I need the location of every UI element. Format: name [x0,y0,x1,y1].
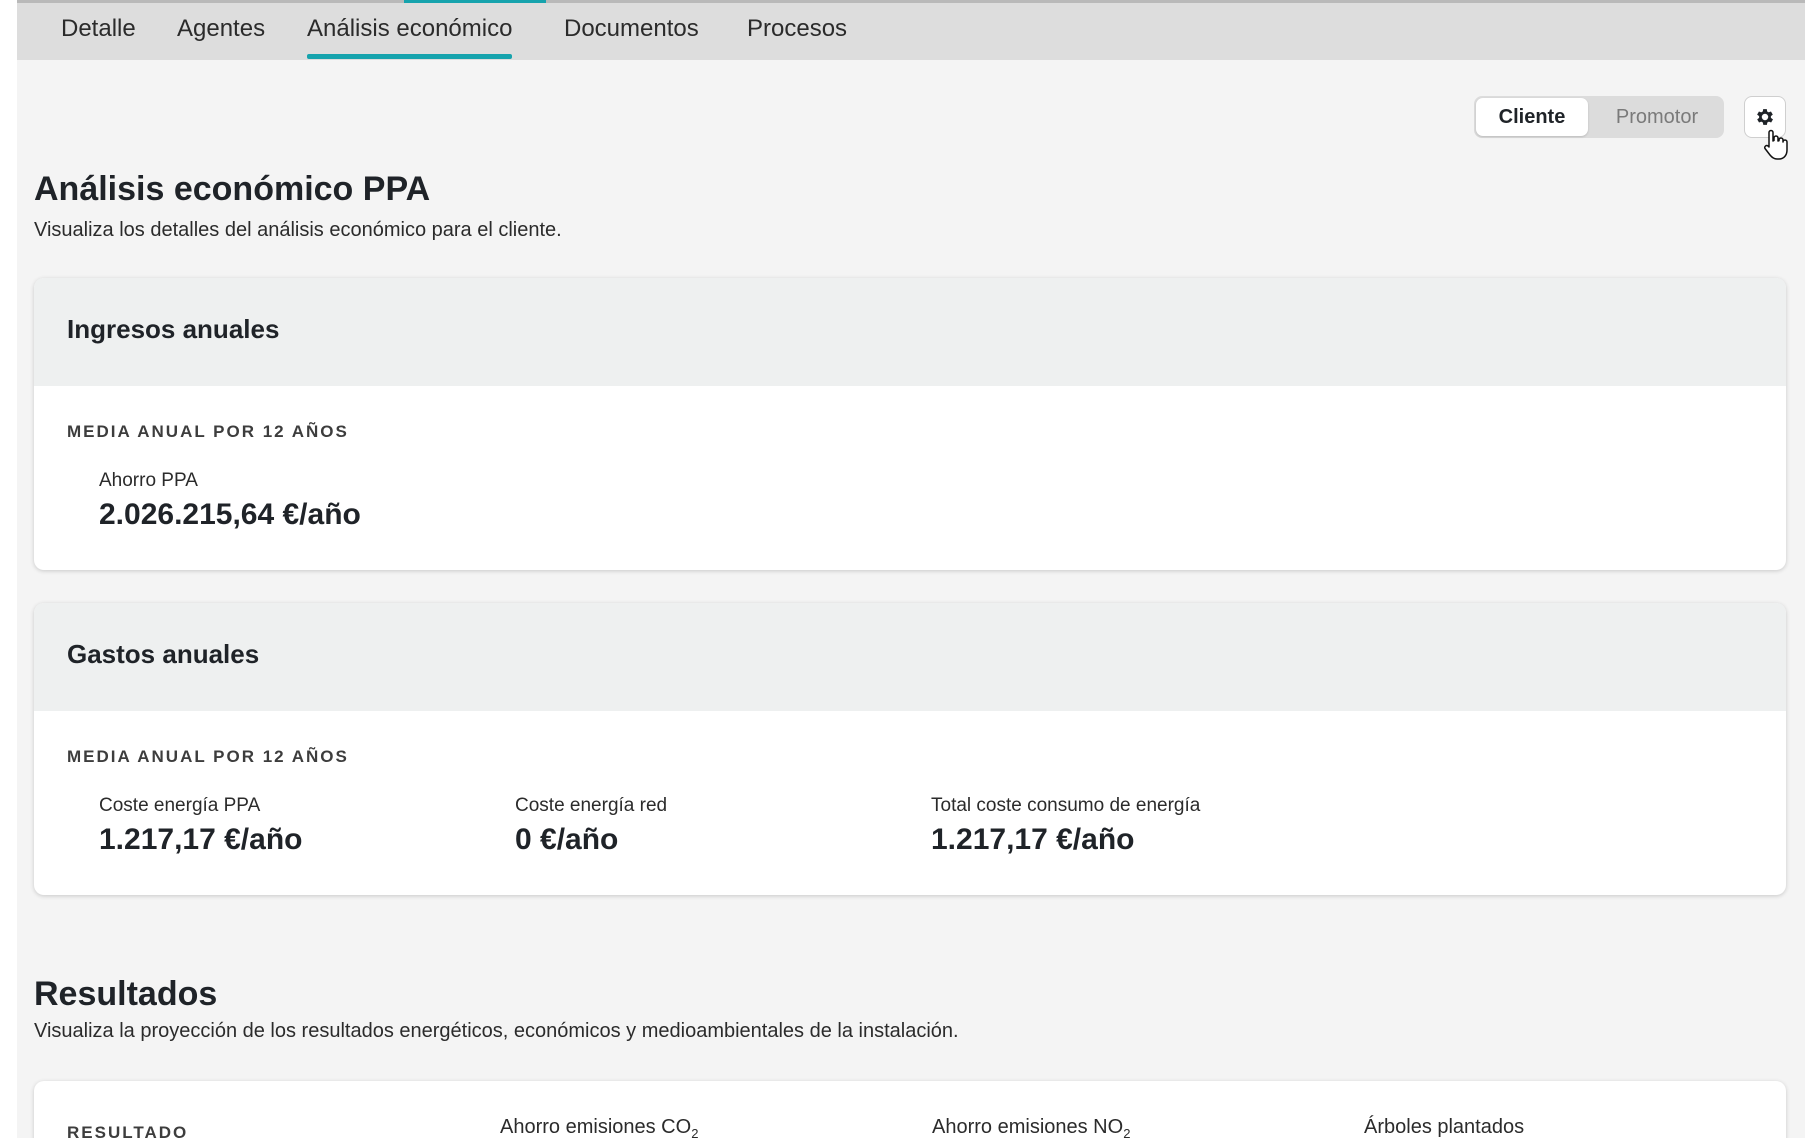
metric-value: 0 €/año [515,823,619,856]
metric-label: Ahorro PPA [99,470,198,491]
tab-agentes[interactable]: Agentes [177,14,265,44]
page-title: Análisis económico PPA [34,170,431,208]
tab-detalle[interactable]: Detalle [61,14,136,44]
expenses-card-title: Gastos anuales [67,639,260,669]
income-caption: MEDIA ANUAL POR 12 AÑOS [67,422,349,441]
metric-label: Coste energía red [515,795,668,816]
results-subtitle: Visualiza la proyección de los resultado… [34,1020,959,1042]
tab-bar: Detalle Agentes Análisis económico Docum… [17,0,1805,60]
metric-ahorro-ppa: Ahorro PPA 2.026.215,64 €/año [99,470,361,532]
metric-total-coste-consumo: Total coste consumo de energía 1.217,17 … [931,795,1200,857]
metric-coste-energia-red: Coste energía red 0 €/año [515,795,667,857]
view-toggle: Cliente Promotor [1474,96,1724,138]
tab-bar-accent [404,0,546,3]
results-title: Resultados [34,975,218,1013]
metric-value: 1.217,17 €/año [99,823,303,856]
expenses-card-header: Gastos anuales [34,603,1786,711]
app-window: Detalle Agentes Análisis económico Docum… [17,0,1805,1138]
toggle-cliente-button[interactable]: Cliente [1476,98,1588,136]
page-subtitle: Visualiza los detalles del análisis econ… [34,219,562,241]
tab-analisis-economico[interactable]: Análisis económico [307,14,513,59]
hand-cursor-icon [1764,129,1788,160]
income-card-header: Ingresos anuales [34,278,1786,386]
metric-value: 2.026.215,64 €/año [99,498,361,531]
results-caption: RESULTADO [67,1123,189,1138]
result-no2-label: Ahorro emisiones NO2 [932,1116,1131,1138]
tab-procesos[interactable]: Procesos [747,14,847,44]
expenses-caption: MEDIA ANUAL POR 12 AÑOS [67,747,349,766]
expenses-card: Gastos anuales MEDIA ANUAL POR 12 AÑOS C… [34,603,1786,895]
metric-label: Coste energía PPA [99,795,261,816]
metric-value: 1.217,17 €/año [931,823,1135,856]
metric-coste-energia-ppa: Coste energía PPA 1.217,17 €/año [99,795,302,857]
income-card: Ingresos anuales MEDIA ANUAL POR 12 AÑOS… [34,278,1786,570]
result-co2-label: Ahorro emisiones CO2 [500,1116,699,1138]
toggle-promotor-button[interactable]: Promotor [1592,98,1722,136]
gear-icon [1757,109,1773,125]
tab-documentos[interactable]: Documentos [564,14,699,44]
result-trees-label: Árboles plantados [1364,1116,1525,1138]
income-card-title: Ingresos anuales [67,314,280,344]
metric-label: Total coste consumo de energía [931,795,1201,816]
